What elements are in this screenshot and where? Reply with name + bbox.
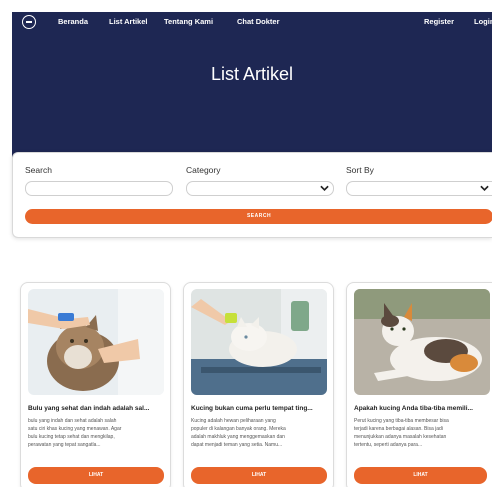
- read-article-button[interactable]: LIHAT: [28, 467, 164, 484]
- article-desc-line: dapat menjadi teman yang setia. Namu...: [191, 442, 283, 448]
- article-card: Apakah kucing Anda tiba-tiba memili... P…: [346, 282, 492, 487]
- search-label: Search: [25, 165, 52, 175]
- article-desc-line: terjadi karena berbagai alasan. Bisa jad…: [354, 426, 443, 432]
- read-article-button[interactable]: LIHAT: [354, 467, 487, 484]
- login-link[interactable]: Login: [474, 17, 492, 26]
- article-desc-line: adalah makhluk yang menggemaskan dan: [191, 434, 285, 440]
- article-description: Perut kucing yang tiba-tiba membesar bis…: [354, 417, 449, 449]
- article-desc-line: perawatan yang tepat sangatla...: [28, 442, 101, 448]
- hero-banner: Beranda List Artikel Tentang Kami Chat D…: [12, 12, 492, 168]
- logo-icon[interactable]: [22, 15, 36, 29]
- article-desc-line: menunjukkan adanya masalah kesehatan: [354, 434, 447, 440]
- article-title[interactable]: Kucing bukan cuma perlu tempat ting...: [191, 405, 329, 412]
- article-description: Kucing adalah hewan peliharaan yang popu…: [191, 417, 286, 449]
- search-input[interactable]: [25, 181, 173, 196]
- article-desc-line: populer di kalangan banyak orang. Mereka: [191, 426, 286, 432]
- search-button[interactable]: SEARCH: [25, 209, 492, 224]
- filter-panel: Search Category Sort By SEARCH: [12, 152, 492, 238]
- article-desc-line: Perut kucing yang tiba-tiba membesar bis…: [354, 418, 449, 424]
- article-image-cat-lying[interactable]: [354, 289, 490, 395]
- category-label: Category: [186, 165, 221, 175]
- register-link[interactable]: Register: [424, 17, 454, 26]
- chevron-down-icon: [480, 185, 489, 191]
- read-article-button[interactable]: LIHAT: [191, 467, 327, 484]
- article-image-cat-grooming[interactable]: [191, 289, 327, 395]
- category-select[interactable]: [186, 181, 334, 196]
- nav-chat-dokter[interactable]: Chat Dokter: [237, 17, 280, 26]
- article-desc-line: bulu yang indah dan sehat adalah salah: [28, 418, 117, 424]
- nav-beranda[interactable]: Beranda: [58, 17, 88, 26]
- page-title: List Artikel: [210, 64, 294, 84]
- top-navbar: Beranda List Artikel Tentang Kami Chat D…: [12, 12, 492, 32]
- sort-label: Sort By: [346, 165, 374, 175]
- article-card: Kucing bukan cuma perlu tempat ting... K…: [183, 282, 334, 487]
- article-description: bulu yang indah dan sehat adalah salah s…: [28, 417, 121, 449]
- article-image-cat-brushing[interactable]: [28, 289, 164, 395]
- article-desc-line: bulu kucing tetap sehat dan mengkilap,: [28, 434, 115, 440]
- nav-tentang-kami[interactable]: Tentang Kami: [164, 17, 213, 26]
- article-desc-line: satu ciri khas kucing yang menawan. Agar: [28, 426, 122, 432]
- article-title[interactable]: Bulu yang sehat dan indah adalah sal...: [28, 405, 166, 412]
- article-title[interactable]: Apakah kucing Anda tiba-tiba memili...: [354, 405, 490, 412]
- article-desc-line: Kucing adalah hewan peliharaan yang: [191, 418, 276, 424]
- sort-select[interactable]: [346, 181, 492, 196]
- article-desc-line: tertentu, seperti adanya para...: [354, 442, 423, 448]
- chevron-down-icon: [320, 185, 329, 191]
- nav-list-artikel[interactable]: List Artikel: [109, 17, 147, 26]
- article-card: Bulu yang sehat dan indah adalah sal... …: [20, 282, 171, 487]
